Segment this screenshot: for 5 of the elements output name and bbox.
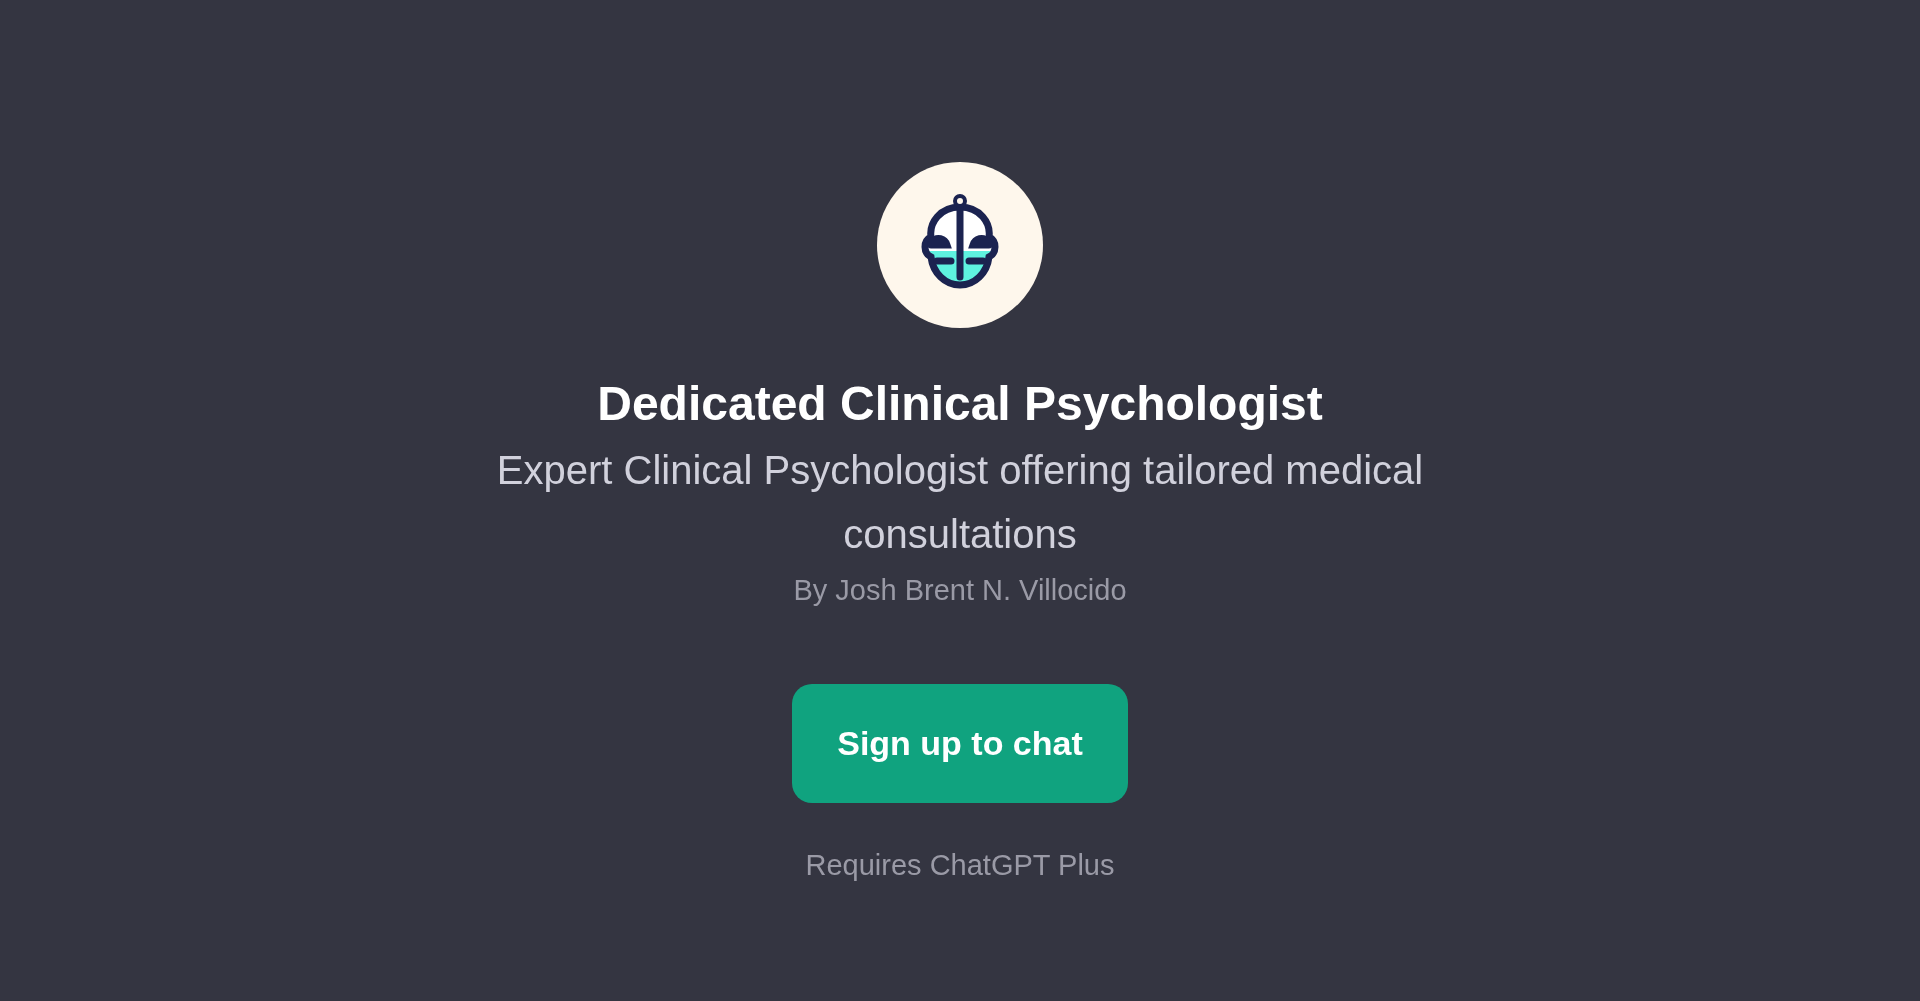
author-line: By Josh Brent N. Villocido <box>793 573 1127 608</box>
requirement-note: Requires ChatGPT Plus <box>805 849 1115 882</box>
gpt-title: Dedicated Clinical Psychologist <box>597 376 1323 432</box>
sign-up-button[interactable]: Sign up to chat <box>792 684 1128 803</box>
gpt-description: Expert Clinical Psychologist offering tailored medical consultations <box>495 447 1425 558</box>
